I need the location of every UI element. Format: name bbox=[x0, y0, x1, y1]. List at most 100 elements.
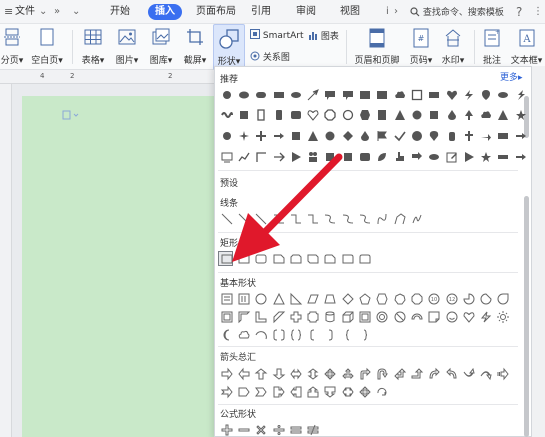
paragraph-icon[interactable] bbox=[62, 110, 82, 120]
snip-rectangle-shape[interactable] bbox=[304, 250, 321, 267]
check-shape[interactable] bbox=[391, 127, 408, 144]
lightning-outline-shape[interactable] bbox=[477, 308, 494, 325]
comment-button[interactable]: + 批注 bbox=[478, 24, 506, 70]
left-arrow-outline-shape[interactable] bbox=[235, 365, 252, 382]
triangle-outline-shape[interactable] bbox=[270, 290, 287, 307]
heart-outline-shape[interactable] bbox=[460, 308, 477, 325]
teardrop-shape[interactable] bbox=[495, 290, 512, 307]
tab-reference[interactable]: 引用 bbox=[251, 0, 271, 24]
drop-shape[interactable] bbox=[443, 106, 460, 123]
tab-view[interactable]: 视图 bbox=[340, 0, 360, 24]
page-number-button[interactable]: # 页码▾ bbox=[406, 24, 436, 70]
rounded-rect-shape[interactable] bbox=[253, 86, 270, 103]
rect-shape[interactable] bbox=[426, 86, 443, 103]
three-way-arrow-shape[interactable] bbox=[339, 365, 356, 382]
arrow-shape[interactable] bbox=[477, 127, 494, 144]
circle-shape[interactable] bbox=[408, 106, 425, 123]
play-shape[interactable] bbox=[460, 148, 477, 165]
right-triangle-shape[interactable] bbox=[287, 290, 304, 307]
arrow-shape[interactable] bbox=[304, 86, 321, 103]
line-shape[interactable] bbox=[218, 210, 235, 227]
scrollbar-track[interactable] bbox=[532, 66, 545, 437]
curved-arrow-shape[interactable] bbox=[339, 210, 356, 227]
leaf-shape[interactable] bbox=[374, 148, 391, 165]
pentagon-shape[interactable] bbox=[356, 290, 373, 307]
hand-shape[interactable] bbox=[443, 127, 460, 144]
octagon-shape[interactable] bbox=[322, 106, 339, 123]
hexagon-outline-shape[interactable] bbox=[374, 290, 391, 307]
table-button[interactable]: 表格▾ bbox=[78, 24, 108, 70]
rect-shape[interactable] bbox=[495, 148, 512, 165]
diamond-shape[interactable] bbox=[339, 127, 356, 144]
plus-shape[interactable] bbox=[253, 127, 270, 144]
more-link[interactable]: 更多▸ bbox=[500, 70, 523, 83]
hand-pointer-shape[interactable] bbox=[391, 148, 408, 165]
u-turn-arrow-shape[interactable] bbox=[374, 365, 391, 382]
cloud-shape[interactable] bbox=[391, 86, 408, 103]
triangle-shape[interactable] bbox=[304, 127, 321, 144]
blank-page-button[interactable]: 空白页▾ bbox=[28, 24, 66, 70]
cloud-shape[interactable] bbox=[477, 106, 494, 123]
rect-shape[interactable] bbox=[374, 86, 391, 103]
down-arrow-outline-shape[interactable] bbox=[270, 365, 287, 382]
watermark-button[interactable]: 水印▾ bbox=[438, 24, 468, 70]
right-arrow-shape[interactable] bbox=[270, 148, 287, 165]
half-frame-shape[interactable] bbox=[235, 308, 252, 325]
equal-formula-shape[interactable] bbox=[287, 421, 304, 437]
left-brace-shape[interactable] bbox=[339, 326, 356, 343]
circular-arrow-shape[interactable] bbox=[374, 383, 391, 400]
divide-formula-shape[interactable] bbox=[270, 421, 287, 437]
oval-shape[interactable] bbox=[495, 86, 512, 103]
chevron-down-icon[interactable]: ⌄ bbox=[72, 0, 80, 24]
heart-shape[interactable] bbox=[443, 86, 460, 103]
frame-shape[interactable] bbox=[218, 308, 235, 325]
rect-shape[interactable] bbox=[270, 106, 287, 123]
left-bracket-shape[interactable] bbox=[304, 326, 321, 343]
more-icon[interactable]: ⋮ bbox=[533, 0, 543, 24]
right-brace-shape[interactable] bbox=[356, 326, 373, 343]
minus-formula-shape[interactable] bbox=[235, 421, 252, 437]
picture-button[interactable]: 图片▾ bbox=[112, 24, 142, 70]
donut-shape[interactable] bbox=[374, 308, 391, 325]
trapezoid-shape[interactable] bbox=[322, 290, 339, 307]
curve-shape[interactable] bbox=[374, 210, 391, 227]
rect-shape[interactable] bbox=[287, 127, 304, 144]
can-shape[interactable] bbox=[322, 308, 339, 325]
cube-shape[interactable] bbox=[339, 308, 356, 325]
bent-up-arrow-shape[interactable] bbox=[408, 365, 425, 382]
help-icon[interactable]: ? bbox=[516, 0, 522, 24]
wave-shape[interactable] bbox=[218, 106, 235, 123]
rectangle-shape[interactable] bbox=[218, 250, 235, 267]
rect-shape[interactable] bbox=[495, 127, 512, 144]
curved-connector-shape[interactable] bbox=[322, 210, 339, 227]
arrow-shape[interactable] bbox=[408, 148, 425, 165]
pentagon-arrow-shape[interactable] bbox=[235, 383, 252, 400]
cross-outline-shape[interactable] bbox=[287, 308, 304, 325]
cross-shape[interactable] bbox=[460, 127, 477, 144]
rounded-rect-shape[interactable] bbox=[287, 106, 304, 123]
oval-outline-shape[interactable] bbox=[253, 290, 270, 307]
shape-button[interactable]: 形状▾ bbox=[213, 24, 245, 70]
bent-arrow-shape[interactable] bbox=[356, 365, 373, 382]
question-shape[interactable] bbox=[408, 127, 425, 144]
square-shape[interactable] bbox=[322, 148, 339, 165]
curved-up-arrow-shape[interactable] bbox=[460, 365, 477, 382]
round-corner-rectangle-shape[interactable] bbox=[339, 250, 356, 267]
diagonal-stripe-shape[interactable] bbox=[270, 308, 287, 325]
right-arrow-shape[interactable] bbox=[512, 127, 529, 144]
rect-shape[interactable] bbox=[356, 86, 373, 103]
rectangle-shape[interactable] bbox=[235, 250, 252, 267]
chevron-shape[interactable] bbox=[253, 383, 270, 400]
lightning-shape[interactable] bbox=[512, 86, 529, 103]
preset-scrollbar[interactable] bbox=[524, 196, 529, 437]
gallery-button[interactable]: 图库▾ bbox=[146, 24, 176, 70]
edit-shape[interactable] bbox=[443, 148, 460, 165]
right-arrow-outline-shape[interactable] bbox=[218, 365, 235, 382]
freeform-shape[interactable] bbox=[391, 210, 408, 227]
rect-shape[interactable] bbox=[270, 86, 287, 103]
decagon-shape[interactable]: 10 bbox=[426, 290, 443, 307]
monitor-shape[interactable] bbox=[218, 148, 235, 165]
hexagon-shape[interactable] bbox=[356, 106, 373, 123]
plus-formula-shape[interactable] bbox=[218, 421, 235, 437]
textbox-shape[interactable] bbox=[218, 290, 235, 307]
